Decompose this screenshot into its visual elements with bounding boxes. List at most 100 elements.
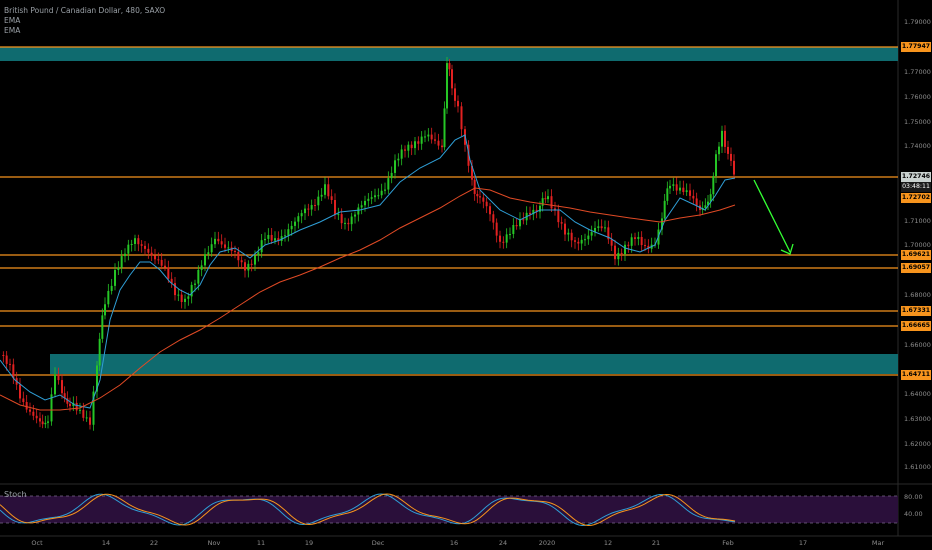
price-axis-label: 1.75000 [904, 118, 931, 126]
candle-body [620, 252, 623, 255]
candle-body [430, 134, 433, 140]
candle-body [482, 197, 485, 202]
candle-body [727, 146, 729, 154]
candle-body [441, 145, 443, 148]
candle-body [550, 196, 553, 209]
candle-body [307, 208, 310, 210]
price-tag-support-1: 1.69621 [901, 250, 931, 260]
ema-label-1: EMA [4, 16, 21, 25]
candle-body [22, 398, 25, 403]
candle-body [434, 139, 436, 141]
candle-body [640, 236, 643, 246]
price-axis-label: 1.62000 [904, 440, 931, 448]
candle-body [340, 214, 343, 224]
candle-body [240, 260, 243, 263]
candle-body [347, 222, 350, 225]
price-chart[interactable] [0, 0, 932, 550]
candle-body [104, 304, 106, 316]
resistance-zone [0, 47, 898, 61]
price-tag-current: 1.72746 [901, 172, 931, 182]
candle-body [564, 223, 566, 235]
candle-body [630, 237, 633, 246]
candle-body [114, 270, 116, 286]
candle-body [300, 213, 303, 217]
candle-body [666, 188, 669, 201]
candle-body [207, 252, 210, 255]
candle-body [197, 269, 200, 284]
candle-body [672, 184, 675, 186]
candle-body [479, 196, 481, 198]
candle-body [460, 106, 463, 130]
time-axis-label: Oct [31, 539, 43, 547]
candle-body [254, 255, 256, 265]
candle-body [257, 252, 260, 256]
stoch-axis-label-low: 40.00 [904, 510, 923, 518]
candle-body [124, 253, 126, 257]
candle-body [167, 267, 170, 279]
candle-body [324, 184, 326, 195]
candle-body [127, 244, 130, 254]
candle-body [404, 149, 406, 151]
candle-body [495, 222, 498, 236]
candle-body [512, 224, 515, 234]
candle-body [140, 244, 143, 246]
candle-body [724, 130, 726, 147]
candle-body [160, 259, 163, 266]
time-axis-label: Feb [722, 539, 734, 547]
candle-body [580, 239, 583, 244]
candle-body [234, 251, 236, 253]
candle-body [44, 422, 47, 425]
candle-body [627, 244, 630, 246]
candle-body [400, 149, 403, 159]
candle-body [597, 226, 600, 229]
candle-body [492, 214, 495, 223]
candle-body [437, 140, 440, 146]
candle-body [712, 176, 715, 195]
candle-body [264, 238, 266, 241]
candle-body [377, 195, 380, 197]
candle-body [107, 290, 110, 305]
candle-body [47, 421, 49, 423]
candle-body [370, 197, 373, 199]
time-axis-label: 16 [449, 539, 459, 547]
price-axis-label: 1.77000 [904, 68, 931, 76]
candle-body [695, 198, 698, 206]
candle-body [485, 201, 488, 207]
candle-body [374, 195, 376, 198]
candle-body [297, 216, 300, 222]
candle-body [19, 384, 21, 399]
candle-body [224, 244, 226, 248]
candle-body [250, 263, 253, 265]
candle-body [360, 205, 363, 208]
candle-body [98, 338, 101, 366]
price-tag-support-3: 1.67331 [901, 306, 931, 316]
time-axis-label: 24 [498, 539, 508, 547]
candle-body [557, 210, 560, 223]
price-tag-support-4: 1.66665 [901, 321, 931, 331]
candle-body [420, 136, 423, 144]
candle-body [287, 229, 290, 236]
price-tag-support-5: 1.64711 [901, 370, 931, 380]
time-axis-label: 17 [798, 539, 808, 547]
candle-body [414, 141, 416, 149]
time-axis-label: 11 [256, 539, 266, 547]
candle-body [587, 235, 590, 240]
candle-body [187, 296, 190, 299]
price-axis-label: 1.70000 [904, 241, 931, 249]
candle-body [634, 237, 636, 239]
candle-body [29, 409, 31, 412]
time-axis-label: 19 [304, 539, 314, 547]
candle-body [574, 240, 576, 242]
time-axis-label: Dec [371, 539, 385, 547]
candle-body [417, 141, 420, 144]
candle-body [451, 69, 453, 89]
candle-body [529, 212, 531, 215]
candle-body [733, 160, 735, 175]
candle-body [337, 214, 340, 216]
candle-body [600, 226, 603, 229]
candle-body [5, 355, 8, 364]
candle-body [604, 227, 606, 229]
candle-body [505, 234, 508, 243]
candle-body [130, 243, 133, 245]
candle-body [624, 244, 626, 255]
